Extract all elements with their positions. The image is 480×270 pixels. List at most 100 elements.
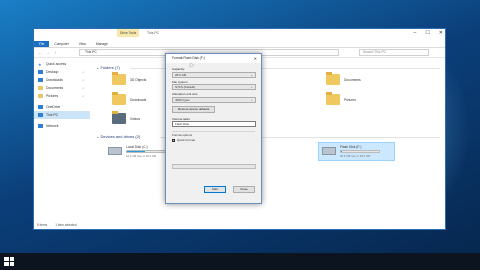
folder-icon [112, 111, 126, 124]
minimize-icon[interactable]: – [414, 30, 417, 36]
filesystem-select[interactable]: NTFS (Default) ⌄ [172, 84, 256, 90]
folder-icon [326, 92, 340, 105]
folder-tile[interactable]: 3D Objects [112, 72, 147, 85]
drives-heading[interactable]: ⌄ Devices and drives (2) [96, 134, 140, 139]
folder-tile[interactable]: Downloads [112, 92, 147, 105]
folder-icon [38, 94, 43, 98]
pin-icon: ⊸ [81, 94, 84, 98]
allocation-value: 4096 bytes [175, 97, 190, 102]
close-icon[interactable]: ✕ [254, 54, 257, 63]
folders-heading[interactable]: ⌄ Folders (7) [96, 65, 120, 70]
restore-defaults-button[interactable]: Restore device defaults [172, 105, 216, 113]
back-arrow-icon[interactable]: ← [38, 50, 42, 55]
up-arrow-icon[interactable]: ↑ [54, 50, 56, 55]
folder-icon [112, 72, 126, 85]
filesystem-value: NTFS (Default) [175, 85, 196, 89]
dialog-body: Capacity: 28.6 GB ⌄ File system NTFS (De… [166, 63, 261, 171]
nav-item-desktop[interactable]: Desktop ⊸ [34, 68, 90, 76]
folder-icon [38, 70, 43, 74]
computer-icon [38, 113, 43, 117]
folders-heading-label: Folders (7) [100, 65, 120, 70]
window-controls: – ☐ ✕ [414, 30, 443, 36]
nav-arrows: ← → ↑ [34, 50, 79, 55]
nav-item-label: Documents [46, 86, 64, 90]
quick-format-checkbox[interactable]: Quick Format [172, 138, 255, 142]
drive-usage-bar [340, 150, 380, 153]
maximize-icon[interactable]: ☐ [425, 30, 429, 36]
pin-icon: ⊸ [81, 78, 84, 82]
drive-tile-f[interactable]: Flash Disk (F:) 28.6 GB free of 28.6 GB [318, 142, 395, 161]
window-title: This PC [147, 31, 160, 35]
checkbox-checked-icon[interactable] [172, 138, 175, 142]
nav-item-this-pc[interactable]: This PC [34, 111, 90, 119]
windows-drive-icon [108, 147, 122, 155]
star-icon: ★ [38, 62, 42, 67]
folder-icon [38, 86, 43, 90]
search-input[interactable]: Search This PC [359, 49, 429, 56]
usb-drive-icon [322, 147, 336, 155]
content-pane: ⌄ Folders (7) 3D Objects Documents Downl… [90, 60, 445, 220]
drives-heading-label: Devices and drives (2) [100, 134, 141, 139]
pin-icon: ⊸ [81, 86, 84, 90]
tab-manage[interactable]: Manage [91, 41, 113, 47]
windows-start-icon[interactable] [4, 257, 14, 266]
folder-icon [326, 72, 340, 85]
nav-item-label: Downloads [46, 78, 63, 82]
nav-item-documents[interactable]: Documents ⊸ [34, 84, 90, 92]
drive-tile-c[interactable]: Local Disk (C:) 15.2 GB free of 29.4 GB [108, 145, 166, 158]
capacity-value: 28.6 GB [175, 72, 187, 77]
folder-label: Downloads [130, 97, 147, 102]
nav-item-label: This PC [46, 113, 59, 117]
nav-item-onedrive[interactable]: OneDrive [34, 103, 90, 111]
drive-info: Local Disk (C:) 15.2 GB free of 29.4 GB [126, 145, 166, 158]
pin-icon: ⊸ [81, 70, 84, 74]
drive-free-space: 15.2 GB free of 29.4 GB [126, 153, 157, 158]
tab-view[interactable]: View [74, 41, 91, 47]
format-progress-bar [172, 164, 256, 169]
dialog-titlebar: Format Flash Disk (F:) ✕ [166, 54, 261, 63]
window-titlebar: Drive Tools This PC – ☐ ✕ [34, 29, 445, 41]
status-item-count: 9 items [37, 222, 48, 227]
drive-usage-fill [127, 151, 146, 152]
folder-icon [112, 92, 126, 105]
capacity-select[interactable]: 28.6 GB ⌄ [172, 71, 256, 78]
cloud-icon [38, 105, 43, 109]
folder-tile[interactable]: Pictures [326, 92, 356, 105]
nav-item-downloads[interactable]: Downloads ⊸ [34, 76, 90, 84]
dialog-footer: Start Close [204, 183, 255, 193]
close-button[interactable]: Close [233, 186, 255, 193]
drive-free-space: 28.6 GB free of 28.6 GB [340, 153, 371, 158]
folder-label: 3D Objects [130, 77, 147, 82]
folder-tile[interactable]: Documents [326, 72, 361, 85]
folder-tile[interactable]: Videos [112, 111, 141, 124]
quick-format-label: Quick Format [177, 138, 196, 142]
chevron-down-icon: ⌄ [250, 85, 253, 89]
volume-label-input[interactable]: Flash Disk [172, 121, 256, 127]
tab-file[interactable]: File [34, 41, 50, 47]
tab-computer[interactable]: Computer [49, 41, 73, 47]
mouse-cursor-icon: ➤ [189, 63, 195, 69]
nav-item-pictures[interactable]: Pictures ⊸ [34, 92, 90, 100]
drive-label: Flash Disk (F:) [340, 145, 362, 149]
ribbon-tabs: File Computer View Manage [34, 41, 445, 48]
forward-arrow-icon[interactable]: → [46, 50, 50, 55]
format-dialog: Format Flash Disk (F:) ✕ Capacity: 28.6 … [165, 53, 262, 204]
drive-usage-bar [126, 150, 166, 153]
format-options-group: Format options Quick Format [172, 131, 255, 142]
nav-item-label: Network [46, 124, 59, 128]
taskbar [0, 253, 480, 270]
start-button[interactable]: Start [204, 186, 226, 193]
folder-label: Videos [130, 116, 141, 121]
drive-usage-fill [341, 151, 342, 152]
close-icon[interactable]: ✕ [439, 30, 443, 36]
nav-item-label: Desktop [46, 70, 59, 74]
contextual-tab-label[interactable]: Drive Tools [117, 29, 140, 37]
nav-item-network[interactable]: Network [34, 122, 90, 130]
nav-item-quick-access[interactable]: ★ Quick access [34, 60, 90, 68]
nav-item-label: Quick access [46, 62, 67, 66]
drive-label: Local Disk (C:) [126, 145, 148, 149]
chevron-down-icon: ⌄ [250, 97, 253, 102]
allocation-select[interactable]: 4096 bytes ⌄ [172, 96, 256, 103]
nav-item-label: Pictures [46, 94, 59, 98]
download-icon [38, 78, 43, 82]
